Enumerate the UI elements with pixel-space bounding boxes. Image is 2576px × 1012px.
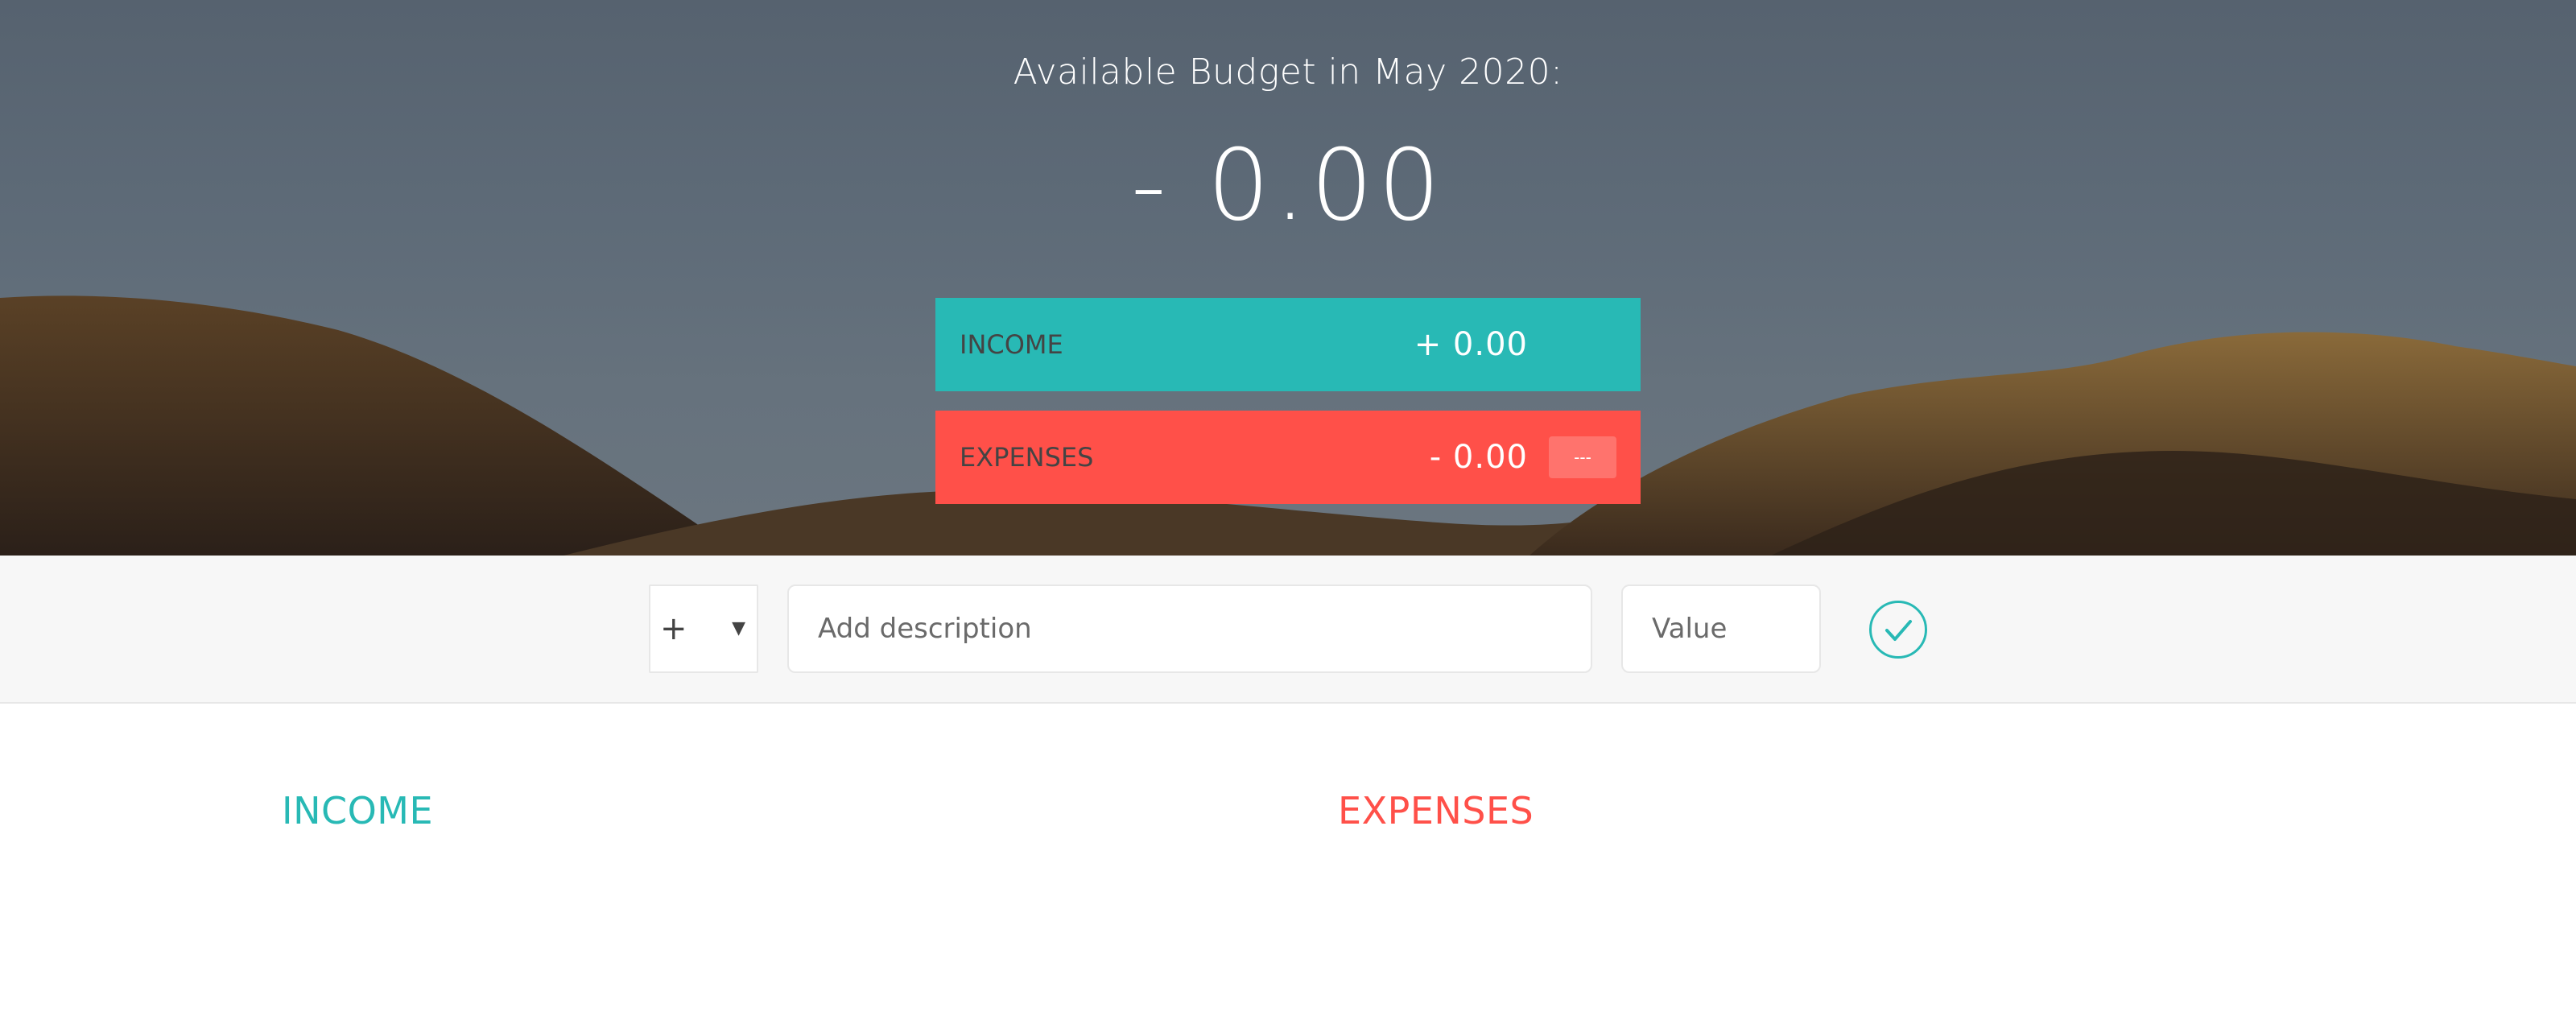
- budget-header: Available Budget in May 2020: - 0.00 INC…: [0, 0, 2576, 556]
- budget-expenses-label: EXPENSES: [960, 442, 1094, 473]
- expenses-list-title: EXPENSES: [1338, 789, 1534, 832]
- caret-down-icon: ▼: [732, 618, 745, 638]
- budget-total-value: - 0.00: [1130, 128, 1446, 242]
- add-description-input[interactable]: [787, 584, 1592, 673]
- add-value-input[interactable]: [1621, 584, 1821, 673]
- budget-expenses-percentage: ---: [1549, 436, 1616, 478]
- budget-income-row: INCOME + 0.00: [935, 298, 1641, 391]
- budget-income-value: + 0.00: [1414, 326, 1528, 363]
- budget-expenses-value: - 0.00: [1429, 439, 1528, 476]
- budget-expenses-row: EXPENSES - 0.00 ---: [935, 411, 1641, 504]
- checkmark-circle-icon: [1885, 620, 1912, 641]
- income-list-title: INCOME: [282, 789, 434, 832]
- add-type-select[interactable]: + ▼: [649, 584, 758, 673]
- add-item-bar: + ▼: [0, 556, 2576, 704]
- budget-title: Available Budget in May 2020:: [1013, 52, 1563, 93]
- budget-income-label: INCOME: [960, 329, 1063, 360]
- add-submit-button[interactable]: [1869, 601, 1927, 659]
- add-type-selected-value: +: [660, 610, 687, 647]
